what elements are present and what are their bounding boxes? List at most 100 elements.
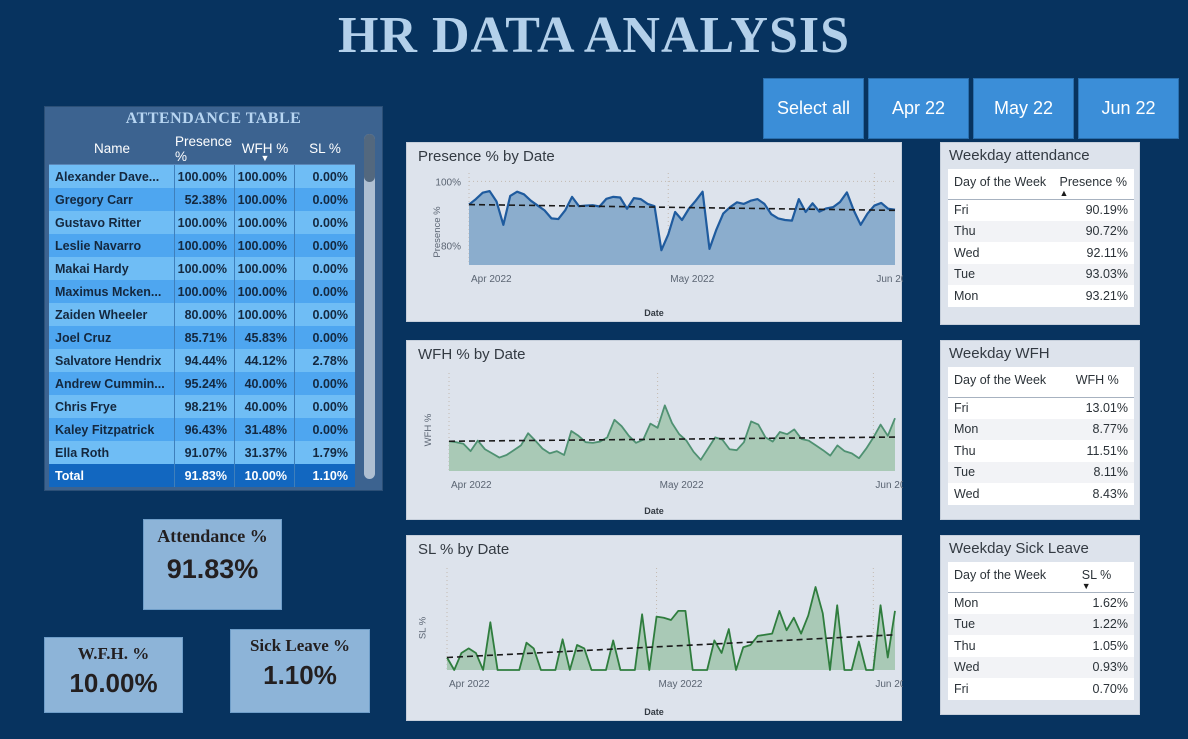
- cell-name: Salvatore Hendrix: [49, 349, 175, 372]
- slicer-button-jun-22[interactable]: Jun 22: [1078, 78, 1179, 139]
- svg-text:Jun 2022: Jun 2022: [875, 679, 903, 690]
- table-row[interactable]: Wed 0.93%: [948, 656, 1134, 678]
- cell-value: 0.93%: [1075, 656, 1134, 678]
- cell-name: Chris Frye: [49, 395, 175, 418]
- table-row[interactable]: Wed 8.43%: [948, 483, 1134, 505]
- cell-wfh: 31.48%: [235, 418, 295, 441]
- column-header-sl[interactable]: SL %: [295, 133, 355, 164]
- table-row[interactable]: Gregory Carr 52.38% 100.00% 0.00%: [49, 188, 355, 211]
- cell-day: Fri: [948, 397, 1070, 419]
- table-row[interactable]: Andrew Cummin... 95.24% 40.00% 0.00%: [49, 372, 355, 395]
- attendance-table-title: ATTENDANCE TABLE: [125, 110, 302, 127]
- table-row[interactable]: Chris Frye 98.21% 40.00% 0.00%: [49, 395, 355, 418]
- attendance-table-scrollbar[interactable]: [364, 134, 375, 479]
- table-row[interactable]: Maximus Mcken... 100.00% 100.00% 0.00%: [49, 280, 355, 303]
- cell-day: Thu: [948, 440, 1070, 462]
- cell-sl: 0.00%: [312, 238, 348, 253]
- weekday-table-header-row: Day of the Week SL % ▼: [948, 562, 1134, 593]
- cell-day: Tue: [948, 613, 1076, 635]
- sort-ascending-icon: ▲: [1059, 187, 1069, 198]
- cell-value: 93.21%: [1053, 285, 1134, 307]
- weekday-table-title: Weekday WFH: [949, 345, 1050, 362]
- kpi-card-wfh: W.F.H. % 10.00%: [44, 637, 183, 713]
- table-row[interactable]: Salvatore Hendrix 94.44% 44.12% 2.78%: [49, 349, 355, 372]
- cell-sl: 0.00%: [312, 169, 348, 184]
- column-header-presence[interactable]: Presence %: [175, 133, 235, 164]
- table-row[interactable]: Mon 93.21%: [948, 285, 1134, 307]
- cell-presence: 85.71%: [175, 326, 235, 349]
- cell-wfh: 100.00%: [235, 188, 295, 211]
- cell-name: Makai Hardy: [49, 257, 175, 280]
- column-header-day[interactable]: Day of the Week: [948, 367, 1070, 398]
- table-row[interactable]: Fri 13.01%: [948, 397, 1134, 419]
- table-row[interactable]: Tue 8.11%: [948, 461, 1134, 483]
- cell-sl: 0.00%: [312, 307, 348, 322]
- table-row[interactable]: Joel Cruz 85.71% 45.83% 0.00%: [49, 326, 355, 349]
- chart-plot-area: 80% 100% Apr 2022 May 2022 Jun 2022: [435, 173, 903, 285]
- slicer-button-select-all[interactable]: Select all: [763, 78, 864, 139]
- cell-value: 1.22%: [1075, 613, 1134, 635]
- slicer-button-label: May 22: [993, 98, 1054, 118]
- column-header-day[interactable]: Day of the Week: [948, 169, 1054, 200]
- date-slicer: Select all Apr 22 May 22 Jun 22: [763, 78, 1179, 139]
- cell-wfh: 100.00%: [235, 165, 295, 188]
- chart-sl-by-date[interactable]: SL % by Date SL % Date Apr 2022 May 2022 J…: [406, 535, 903, 721]
- table-row[interactable]: Fri 0.70%: [948, 678, 1134, 700]
- column-header-name[interactable]: Name: [49, 133, 175, 164]
- column-header-value[interactable]: Presence % ▲: [1053, 169, 1134, 200]
- svg-text:Jun 2022: Jun 2022: [875, 480, 903, 491]
- table-row[interactable]: Wed 92.11%: [948, 242, 1134, 264]
- cell-name: Maximus Mcken...: [49, 280, 175, 303]
- table-row[interactable]: Thu 90.72%: [948, 220, 1134, 242]
- cell-sl: 1.79%: [312, 445, 348, 460]
- chart-presence-by-date[interactable]: Presence % by Date Presence % Date 80% 10…: [406, 142, 903, 322]
- attendance-table-body: Alexander Dave... 100.00% 100.00% 0.00% Greg…: [49, 165, 355, 487]
- scrollbar-thumb[interactable]: [364, 134, 375, 182]
- table-row[interactable]: Gustavo Ritter 100.00% 100.00% 0.00%: [49, 211, 355, 234]
- kpi-label: Sick Leave %: [249, 636, 351, 655]
- weekday-wfh-panel: Weekday WFH Day of the Week WFH % Fri 13.01…: [940, 340, 1140, 520]
- table-row[interactable]: Tue 1.22%: [948, 613, 1134, 635]
- table-row[interactable]: Mon 1.62%: [948, 592, 1134, 614]
- attendance-table-panel: ATTENDANCE TABLE Name Presence % WFH % ▼…: [44, 106, 383, 491]
- weekday-sick-leave-panel: Weekday Sick Leave Day of the Week SL % ▼ M…: [940, 535, 1140, 715]
- table-row[interactable]: Mon 8.77%: [948, 418, 1134, 440]
- table-row[interactable]: Tue 93.03%: [948, 263, 1134, 285]
- slicer-button-may-22[interactable]: May 22: [973, 78, 1074, 139]
- cell-presence: 91.83%: [175, 464, 235, 487]
- table-row[interactable]: Thu 1.05%: [948, 635, 1134, 657]
- cell-presence: 52.38%: [175, 188, 235, 211]
- svg-text:Jun 2022: Jun 2022: [876, 274, 903, 285]
- table-row[interactable]: Alexander Dave... 100.00% 100.00% 0.00%: [49, 165, 355, 188]
- svg-text:May 2022: May 2022: [659, 679, 703, 690]
- cell-sl: 2.78%: [312, 353, 348, 368]
- table-row[interactable]: Fri 90.19%: [948, 199, 1134, 221]
- cell-sl: 0.00%: [312, 330, 348, 345]
- cell-name: Gregory Carr: [49, 188, 175, 211]
- slicer-button-apr-22[interactable]: Apr 22: [868, 78, 969, 139]
- chart-wfh-by-date[interactable]: WFH % by Date WFH % Date Apr 2022 May 202…: [406, 340, 903, 520]
- cell-value: 1.05%: [1075, 635, 1134, 657]
- table-row[interactable]: Ella Roth 91.07% 31.37% 1.79%: [49, 441, 355, 464]
- table-row[interactable]: Zaiden Wheeler 80.00% 100.00% 0.00%: [49, 303, 355, 326]
- cell-day: Mon: [948, 285, 1054, 307]
- cell-name: Total: [49, 464, 175, 487]
- column-header-wfh[interactable]: WFH % ▼: [235, 133, 295, 164]
- column-header-value[interactable]: WFH %: [1069, 367, 1134, 398]
- column-header-day[interactable]: Day of the Week: [948, 562, 1076, 593]
- cell-wfh: 45.83%: [235, 326, 295, 349]
- svg-text:May 2022: May 2022: [660, 480, 704, 491]
- page-title: HR DATA ANALYSIS: [337, 7, 851, 64]
- svg-text:May 2022: May 2022: [670, 274, 714, 285]
- table-row[interactable]: Makai Hardy 100.00% 100.00% 0.00%: [49, 257, 355, 280]
- table-row[interactable]: Leslie Navarro 100.00% 100.00% 0.00%: [49, 234, 355, 257]
- cell-day: Fri: [948, 678, 1076, 700]
- cell-day: Wed: [948, 483, 1070, 505]
- table-row[interactable]: Thu 11.51%: [948, 440, 1134, 462]
- cell-wfh: 100.00%: [235, 211, 295, 234]
- kpi-label: Attendance %: [157, 526, 268, 546]
- column-header-value[interactable]: SL % ▼: [1075, 562, 1134, 593]
- cell-value: 90.72%: [1053, 220, 1134, 242]
- table-row[interactable]: Kaley Fitzpatrick 96.43% 31.48% 0.00%: [49, 418, 355, 441]
- cell-day: Fri: [948, 199, 1054, 221]
